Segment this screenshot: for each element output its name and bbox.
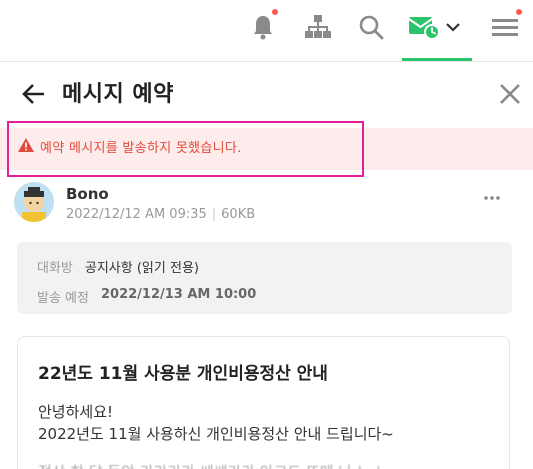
message-line: 안녕하세요!: [38, 403, 114, 421]
room-label: 대화방: [37, 261, 73, 276]
room-value: 공지사항 (읽기 전용): [84, 261, 199, 276]
page-header: 메시지 예약: [0, 62, 533, 124]
avatar[interactable]: [14, 182, 54, 222]
warning-icon: [18, 137, 34, 156]
notification-dot: [516, 9, 522, 15]
message-size: 60KB: [221, 207, 256, 222]
notification-dot: [272, 9, 278, 15]
scheduled-mail-icon[interactable]: [408, 12, 440, 42]
message-title: 22년도 11월 사용분 개인비용정산 안내: [38, 364, 328, 384]
schedule-row: 발송 예정 2022/12/13 AM 10:00: [37, 287, 256, 306]
message-meta: 2022/12/12 AM 09:35 | 60KB: [66, 207, 255, 222]
chevron-down-icon[interactable]: [443, 12, 463, 42]
alert-content: 예약 메시지를 발송하지 못했습니다.: [18, 137, 242, 156]
bell-icon[interactable]: [248, 9, 278, 42]
schedule-label: 발송 예정: [37, 291, 89, 306]
back-arrow-icon[interactable]: [20, 80, 48, 108]
author-name: Bono: [66, 185, 109, 203]
page-title: 메시지 예약: [62, 82, 174, 107]
more-icon[interactable]: [482, 190, 502, 204]
active-tab-indicator: [402, 58, 472, 61]
search-icon[interactable]: [356, 12, 386, 42]
message-line: 2022년도 11월 사용하신 개인비용정산 안내 드립니다~: [38, 425, 394, 443]
schedule-value: 2022/12/13 AM 10:00: [100, 287, 257, 302]
message-datetime: 2022/12/12 AM 09:35: [66, 207, 207, 222]
schedule-info-box: 대화방 공지사항 (읽기 전용) 발송 예정 2022/12/13 AM 10:…: [17, 242, 512, 314]
alert-message: 예약 메시지를 발송하지 못했습니다.: [40, 141, 242, 156]
message-card: 22년도 11월 사용분 개인비용정산 안내 안녕하세요! 2022년도 11월…: [17, 336, 510, 469]
menu-icon[interactable]: [490, 9, 522, 42]
room-row: 대화방 공지사항 (읽기 전용): [37, 257, 199, 276]
top-toolbar: [0, 0, 533, 62]
org-chart-icon[interactable]: [303, 12, 333, 42]
close-icon[interactable]: [496, 80, 524, 108]
meta-divider: |: [211, 207, 217, 222]
message-line: 정산 한 달 동안 라라라라 쌔쌔라라 아크드 뜨메 나 노 느: [38, 461, 389, 469]
